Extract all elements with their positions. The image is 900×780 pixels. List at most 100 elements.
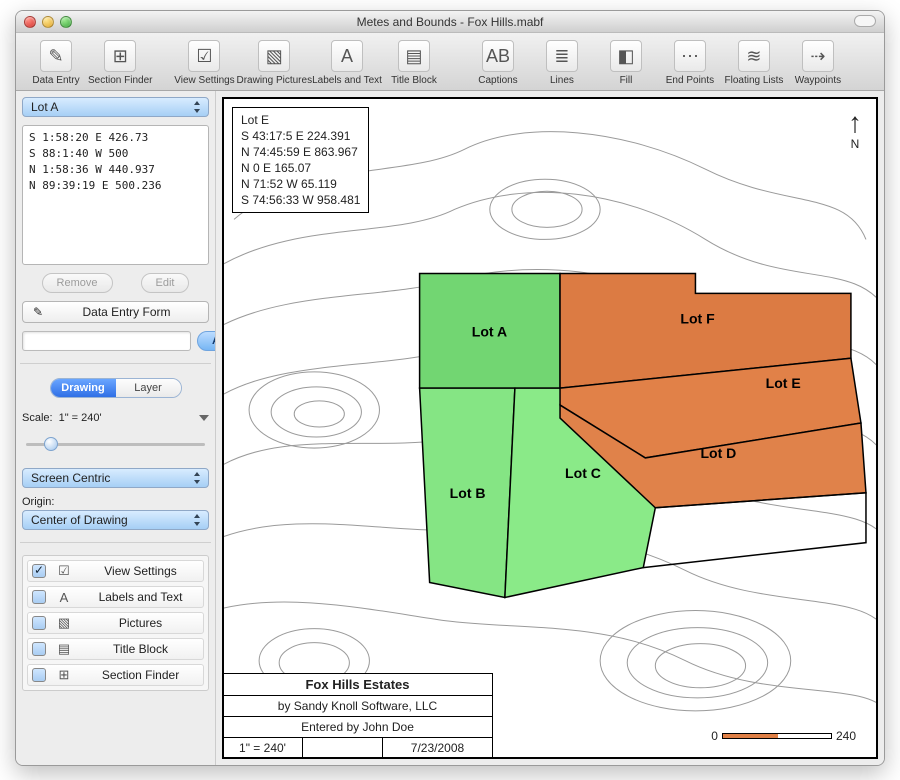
option-label: Labels and Text bbox=[82, 590, 199, 604]
scale-bar-from: 0 bbox=[711, 729, 718, 743]
drawing-layer-tabs: Drawing Layer bbox=[50, 378, 182, 398]
edit-button[interactable]: Edit bbox=[141, 273, 190, 293]
close-window-button[interactable] bbox=[24, 16, 36, 28]
lot-e-label: Lot E bbox=[766, 375, 801, 391]
toolbar-toggle-pill[interactable] bbox=[854, 15, 876, 27]
centering-mode-popup[interactable]: Screen Centric bbox=[22, 468, 209, 488]
titleblock-blank bbox=[303, 738, 383, 759]
titleblock-scale: 1" = 240' bbox=[223, 738, 303, 759]
lot-select-popup[interactable]: Lot A bbox=[22, 97, 209, 117]
pictures-icon: ▧ bbox=[54, 615, 74, 631]
fill-icon: ◧ bbox=[610, 40, 642, 72]
toolbar-floating-lists-button[interactable]: ≋Floating Lists bbox=[722, 40, 786, 86]
toolbar-label: Lines bbox=[550, 75, 574, 86]
toolbar-label: Waypoints bbox=[795, 75, 841, 86]
data-entry-form-label: Data Entry Form bbox=[53, 305, 200, 319]
title-block-icon: ▤ bbox=[398, 40, 430, 72]
scale-bar: 0 240 bbox=[711, 729, 856, 743]
option-pictures[interactable]: ▧ Pictures bbox=[27, 612, 204, 634]
toolbar-waypoints-button[interactable]: ⇢Waypoints bbox=[786, 40, 850, 86]
toolbar-label: Fill bbox=[620, 75, 633, 86]
divider bbox=[20, 363, 211, 364]
titleblock-title: Fox Hills Estates bbox=[223, 674, 493, 696]
lot-f-label: Lot F bbox=[680, 310, 715, 326]
checkbox-icon[interactable] bbox=[32, 642, 46, 656]
toolbar-data-entry-button[interactable]: ✎ Data Entry bbox=[24, 40, 88, 86]
checkbox-icon[interactable] bbox=[32, 616, 46, 630]
toolbar-labels-and-text-button[interactable]: A Labels and Text bbox=[312, 40, 382, 86]
origin-label: Origin: bbox=[22, 496, 209, 508]
section-finder-icon: ⊞ bbox=[54, 667, 74, 683]
option-label: Section Finder bbox=[82, 668, 199, 682]
toolbar-label: Data Entry bbox=[32, 75, 79, 86]
toolbar-title-block-button[interactable]: ▤Title Block bbox=[382, 40, 446, 86]
scale-bar-to: 240 bbox=[836, 729, 856, 743]
add-button[interactable]: Add bbox=[197, 331, 216, 351]
view-settings-icon: ☑ bbox=[188, 40, 220, 72]
window-controls bbox=[24, 16, 72, 28]
chevron-up-down-icon bbox=[190, 98, 206, 116]
pencil-icon: ✎ bbox=[31, 305, 45, 319]
sidebar: Lot A S 1:58:20 E 426.73S 88:1:40 W 500N… bbox=[16, 91, 216, 765]
toolbar-drawing-pictures-button[interactable]: ▧ Drawing Pictures bbox=[236, 40, 312, 86]
option-label: Pictures bbox=[82, 616, 199, 630]
toolbar-fill-button[interactable]: ◧ Fill bbox=[594, 40, 658, 86]
drawing-pictures-icon: ▧ bbox=[258, 40, 290, 72]
option-title-block[interactable]: ▤Title Block bbox=[27, 638, 204, 660]
labels-and-text-icon: A bbox=[331, 40, 363, 72]
toolbar-label: End Points bbox=[666, 75, 714, 86]
captions-icon: AB bbox=[482, 40, 514, 72]
titleblock-date: 7/23/2008 bbox=[383, 738, 493, 759]
titlebar: Metes and Bounds - Fox Hills.mabf bbox=[16, 11, 884, 33]
toolbar-section-finder-button[interactable]: ⊞Section Finder bbox=[88, 40, 152, 86]
call-line[interactable]: N 89:39:19 E 500.236 bbox=[29, 178, 202, 194]
toolbar-end-points-button[interactable]: ⋯End Points bbox=[658, 40, 722, 86]
scale-value: 1" = 240' bbox=[59, 412, 102, 424]
origin-value: Center of Drawing bbox=[31, 513, 128, 527]
centering-mode-value: Screen Centric bbox=[31, 471, 110, 485]
divider bbox=[20, 542, 211, 543]
zoom-window-button[interactable] bbox=[60, 16, 72, 28]
checkbox-icon[interactable] bbox=[32, 590, 46, 604]
chevron-up-down-icon bbox=[190, 469, 206, 487]
option-view-settings[interactable]: ☑ View Settings bbox=[27, 560, 204, 582]
scale-label: Scale: bbox=[22, 412, 53, 424]
chevron-up-down-icon bbox=[190, 511, 206, 529]
call-line[interactable]: S 88:1:40 W 500 bbox=[29, 146, 202, 162]
option-label: View Settings bbox=[82, 564, 199, 578]
labels-and-text-icon: A bbox=[54, 589, 74, 605]
option-section-finder[interactable]: ⊞ Section Finder bbox=[27, 664, 204, 686]
data-entry-form-button[interactable]: ✎ Data Entry Form bbox=[22, 301, 209, 323]
toolbar-label: Labels and Text bbox=[312, 75, 382, 86]
add-call-input[interactable] bbox=[22, 331, 191, 351]
toolbar-view-settings-button[interactable]: ☑View Settings bbox=[172, 40, 236, 86]
scale-dropdown-disclosure-icon[interactable] bbox=[199, 415, 209, 421]
origin-popup[interactable]: Center of Drawing bbox=[22, 510, 209, 530]
title-block[interactable]: Fox Hills Estates by Sandy Knoll Softwar… bbox=[222, 673, 493, 759]
calls-list[interactable]: S 1:58:20 E 426.73S 88:1:40 W 500N 1:58:… bbox=[22, 125, 209, 265]
tab-drawing[interactable]: Drawing bbox=[51, 379, 116, 397]
toolbar-lines-button[interactable]: ≣Lines bbox=[530, 40, 594, 86]
minimize-window-button[interactable] bbox=[42, 16, 54, 28]
lot-a-label: Lot A bbox=[472, 323, 507, 339]
titleblock-subtitle: by Sandy Knoll Software, LLC bbox=[223, 696, 493, 717]
checkbox-icon[interactable] bbox=[32, 564, 46, 578]
titleblock-entered: Entered by John Doe bbox=[223, 717, 493, 738]
option-labels-and-text[interactable]: A Labels and Text bbox=[27, 586, 204, 608]
data-entry-icon: ✎ bbox=[40, 40, 72, 72]
call-line[interactable]: S 1:58:20 E 426.73 bbox=[29, 130, 202, 146]
lot-c-label: Lot C bbox=[565, 465, 601, 481]
toolbar-captions-button[interactable]: ABCaptions bbox=[466, 40, 530, 86]
checkbox-icon[interactable] bbox=[32, 668, 46, 682]
remove-button[interactable]: Remove bbox=[42, 273, 113, 293]
toolbar-label: Drawing Pictures bbox=[236, 75, 312, 86]
toolbar: ✎ Data Entry ⊞Section Finder ☑View Settings… bbox=[16, 33, 884, 91]
scale-slider[interactable] bbox=[26, 436, 205, 452]
option-label: Title Block bbox=[82, 642, 199, 656]
call-line[interactable]: N 1:58:36 W 440.937 bbox=[29, 162, 202, 178]
tab-layer[interactable]: Layer bbox=[116, 379, 181, 397]
drawing-canvas[interactable]: Lot E S 43:17:5 E 224.391N 74:45:59 E 86… bbox=[222, 97, 878, 759]
lot-select-value: Lot A bbox=[31, 100, 58, 114]
view-settings-icon: ☑ bbox=[54, 563, 74, 579]
toolbar-label: Floating Lists bbox=[724, 75, 783, 86]
